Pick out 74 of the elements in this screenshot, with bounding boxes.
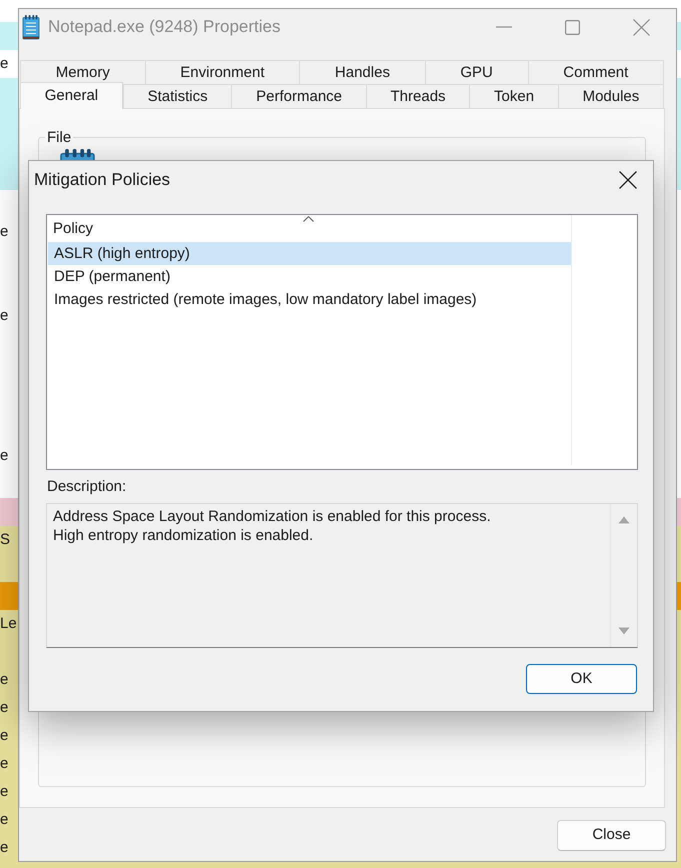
tab[interactable]: Statistics (122, 84, 232, 108)
process-row[interactable] (677, 778, 681, 806)
process-row[interactable]: e (0, 442, 18, 470)
process-row[interactable]: e (0, 806, 18, 834)
process-row[interactable]: e (0, 218, 18, 246)
close-icon (619, 171, 637, 189)
process-name: e (0, 447, 8, 465)
tab[interactable]: Modules (558, 84, 664, 108)
process-name: e (0, 223, 8, 241)
process-row[interactable] (677, 22, 681, 50)
list-row[interactable]: Images restricted (remote images, low mandatory label images) (48, 288, 571, 311)
process-row[interactable] (677, 666, 681, 694)
process-row[interactable] (677, 750, 681, 778)
process-name: e (0, 783, 8, 801)
process-row[interactable] (677, 722, 681, 750)
process-name: Le (0, 615, 17, 633)
process-row[interactable] (677, 554, 681, 582)
process-row[interactable] (677, 162, 681, 190)
triangle-up-icon[interactable] (618, 516, 630, 524)
column-header[interactable]: Policy (47, 215, 571, 242)
process-row[interactable]: e (0, 50, 18, 78)
triangle-down-icon[interactable] (618, 627, 630, 635)
process-row[interactable] (677, 638, 681, 666)
process-row[interactable]: e (0, 778, 18, 806)
list-row[interactable]: ASLR (high entropy) (48, 242, 571, 265)
process-name: e (0, 699, 8, 717)
process-row[interactable] (677, 834, 681, 862)
close-icon (632, 18, 650, 36)
minimize-icon (496, 26, 512, 28)
process-name: e (0, 55, 8, 73)
process-row[interactable]: e (0, 834, 18, 862)
process-row[interactable] (677, 106, 681, 134)
process-row[interactable]: S (0, 526, 18, 554)
process-row[interactable] (0, 78, 18, 106)
process-row[interactable] (677, 498, 681, 526)
group-label: File (46, 129, 72, 146)
process-name: e (0, 727, 8, 745)
process-row[interactable] (677, 806, 681, 834)
process-row[interactable] (0, 862, 681, 868)
process-row[interactable] (677, 526, 681, 554)
process-row[interactable]: e (0, 302, 18, 330)
process-name: e (0, 839, 8, 857)
process-row[interactable] (0, 582, 18, 610)
maximize-icon (564, 20, 580, 34)
process-name: e (0, 755, 8, 773)
process-name: e (0, 811, 8, 829)
process-name: e (0, 307, 8, 325)
process-row[interactable] (677, 134, 681, 162)
process-row[interactable]: e (0, 750, 18, 778)
process-row[interactable] (0, 554, 18, 582)
process-row[interactable]: e (0, 666, 18, 694)
process-row[interactable] (0, 498, 18, 526)
ok-button[interactable]: OK (526, 664, 637, 694)
process-name: S (0, 531, 10, 549)
process-row[interactable] (677, 610, 681, 638)
dialog-title: Mitigation Policies (34, 170, 170, 190)
process-row[interactable] (677, 78, 681, 106)
process-row[interactable] (677, 582, 681, 610)
window-title: Notepad.exe (9248) Properties (48, 17, 280, 37)
process-name: e (0, 671, 8, 689)
list-row[interactable]: DEP (permanent) (48, 265, 571, 288)
process-row[interactable]: e (0, 722, 18, 750)
tab[interactable]: Comment (528, 60, 664, 84)
description-label: Description: (47, 478, 126, 495)
process-row[interactable] (0, 162, 18, 190)
process-row[interactable] (0, 22, 18, 50)
process-row[interactable] (677, 694, 681, 722)
tab[interactable]: General (20, 82, 123, 109)
process-row[interactable]: e (0, 694, 18, 722)
close-dialog-button[interactable]: Close (557, 820, 666, 851)
process-row[interactable]: Le (0, 610, 18, 638)
tab[interactable]: Memory (20, 60, 146, 84)
description-text: Address Space Layout Randomization is enabled for this process. High entropy randomization is enabled. (53, 507, 492, 545)
notepad-icon (22, 14, 40, 40)
